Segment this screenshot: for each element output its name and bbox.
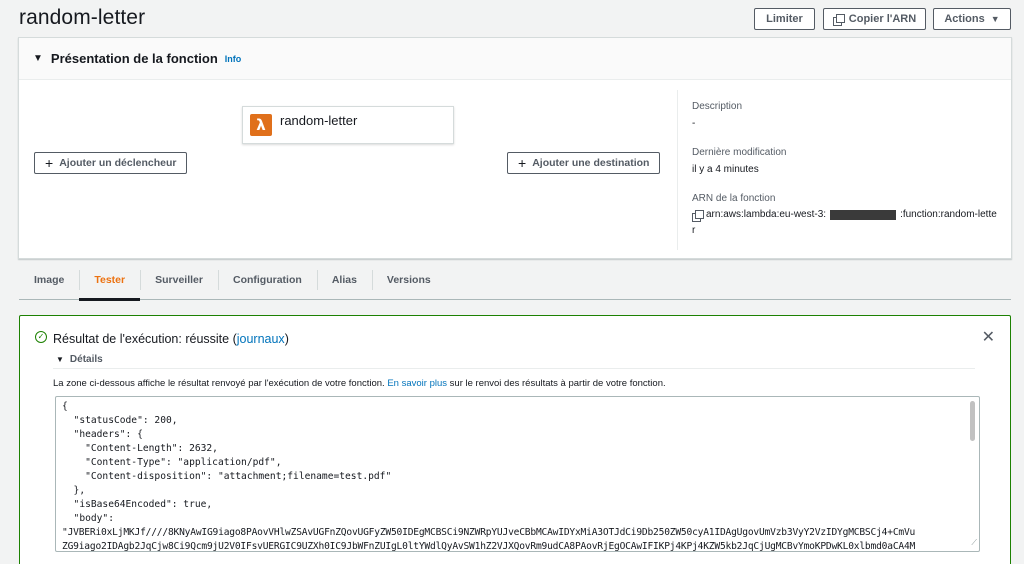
description-label: Description xyxy=(692,101,743,112)
function-tabs: Image Tester Surveiller Configuration Al… xyxy=(19,260,1011,301)
result-output-box[interactable]: { "statusCode": 200, "headers": { "Conte… xyxy=(55,396,980,552)
actions-button[interactable]: Actions ▼ xyxy=(933,8,1011,30)
add-destination-button[interactable]: + Ajouter une destination xyxy=(507,152,661,174)
success-check-icon: ✓ xyxy=(35,331,47,343)
result-title-end: ) xyxy=(284,332,289,346)
divider xyxy=(53,368,975,369)
result-description-text: La zone ci-dessous affiche le résultat r… xyxy=(53,378,388,389)
code-line: "isBase64Encoded": true, xyxy=(62,499,213,510)
result-description: La zone ci-dessous affiche le résultat r… xyxy=(53,378,666,389)
tab-monitor[interactable]: Surveiller xyxy=(140,260,218,300)
collapse-triangle-icon[interactable]: ▼ xyxy=(33,53,43,64)
logs-link[interactable]: journaux xyxy=(237,332,285,346)
copy-icon[interactable] xyxy=(692,209,704,222)
tab-configuration[interactable]: Configuration xyxy=(217,260,317,300)
plus-icon: + xyxy=(518,155,527,171)
code-line: "Content-disposition": "attachment;filen… xyxy=(62,471,392,482)
details-toggle[interactable]: ▼ Détails xyxy=(56,354,103,365)
resize-handle-icon[interactable]: ⟋ xyxy=(971,536,977,550)
arn-prefix: arn:aws:lambda:eu-west-3: xyxy=(706,209,827,220)
function-node-name: random-letter xyxy=(280,112,358,128)
add-destination-label: Ajouter une destination xyxy=(532,157,650,169)
execution-result-panel: ✓ Résultat de l'exécution: réussite (jou… xyxy=(19,315,1011,564)
function-node[interactable]: λ random-letter xyxy=(242,106,454,144)
arn-suffix: :function:random-lette xyxy=(900,209,997,220)
code-line: "body": xyxy=(62,513,114,524)
arn-wrap: r xyxy=(692,225,696,236)
collapse-triangle-icon: ▼ xyxy=(56,355,64,364)
add-trigger-button[interactable]: + Ajouter un déclencheur xyxy=(34,152,188,174)
code-line: "Content-Type": "application/pdf", xyxy=(62,457,282,468)
page-title: random-letter xyxy=(19,6,146,29)
tab-image[interactable]: Image xyxy=(19,260,79,300)
function-overview-header[interactable]: ▼ Présentation de la fonction Info xyxy=(19,38,1011,80)
code-line: { xyxy=(62,401,68,412)
tab-aliases[interactable]: Alias xyxy=(316,260,372,300)
code-line: "Content-Length": 2632, xyxy=(62,443,218,454)
plus-icon: + xyxy=(45,155,54,171)
tab-versions[interactable]: Versions xyxy=(371,260,446,300)
arn-label: ARN de la fonction xyxy=(692,193,776,204)
function-overview-title: Présentation de la fonction xyxy=(50,51,218,66)
last-modified-value: il y a 4 minutes xyxy=(692,164,759,175)
last-modified-label: Dernière modification xyxy=(692,147,787,158)
copy-arn-button[interactable]: Copier l'ARN xyxy=(823,8,926,30)
copy-arn-label: Copier l'ARN xyxy=(848,13,917,25)
actions-label: Actions xyxy=(944,13,985,25)
result-description-end: sur le renvoi des résultats à partir de … xyxy=(447,378,666,389)
redacted-account-id xyxy=(830,209,897,220)
code-line: }, xyxy=(62,485,86,496)
copy-icon xyxy=(832,14,845,26)
code-line: ZG9iago2IDAgb2JqCjw8Ci9Qcm9jU2V0IFsvUERG… xyxy=(62,541,916,552)
function-overview-panel: ▼ Présentation de la fonction Info λ ran… xyxy=(18,37,1012,259)
execution-result-title: Résultat de l'exécution: réussite (journ… xyxy=(53,332,289,346)
close-icon[interactable]: ✕ xyxy=(982,327,995,347)
result-title-text: Résultat de l'exécution: réussite ( xyxy=(53,332,237,346)
code-line: "headers": { xyxy=(62,429,143,440)
caret-down-icon: ▼ xyxy=(990,14,1000,24)
function-details-sidebar: Description - Dernière modification il y… xyxy=(677,90,1007,250)
code-line: "statusCode": 200, xyxy=(62,415,178,426)
tab-test[interactable]: Tester xyxy=(79,260,140,301)
lambda-icon: λ xyxy=(250,114,272,136)
throttle-button[interactable]: Limiter xyxy=(754,8,815,30)
add-trigger-label: Ajouter un déclencheur xyxy=(59,157,177,169)
info-link[interactable]: Info xyxy=(225,54,242,64)
details-label: Détails xyxy=(69,354,103,365)
learn-more-link[interactable]: En savoir plus xyxy=(387,378,447,389)
arn-value: arn:aws:lambda:eu-west-3: :function:rand… xyxy=(692,209,997,222)
description-value: - xyxy=(692,118,696,129)
throttle-label: Limiter xyxy=(766,13,803,25)
code-line: "JVBERi0xLjMKJf////8KNyAwIG9iago8PAovVHl… xyxy=(62,527,916,538)
scrollbar-thumb[interactable] xyxy=(970,401,975,441)
